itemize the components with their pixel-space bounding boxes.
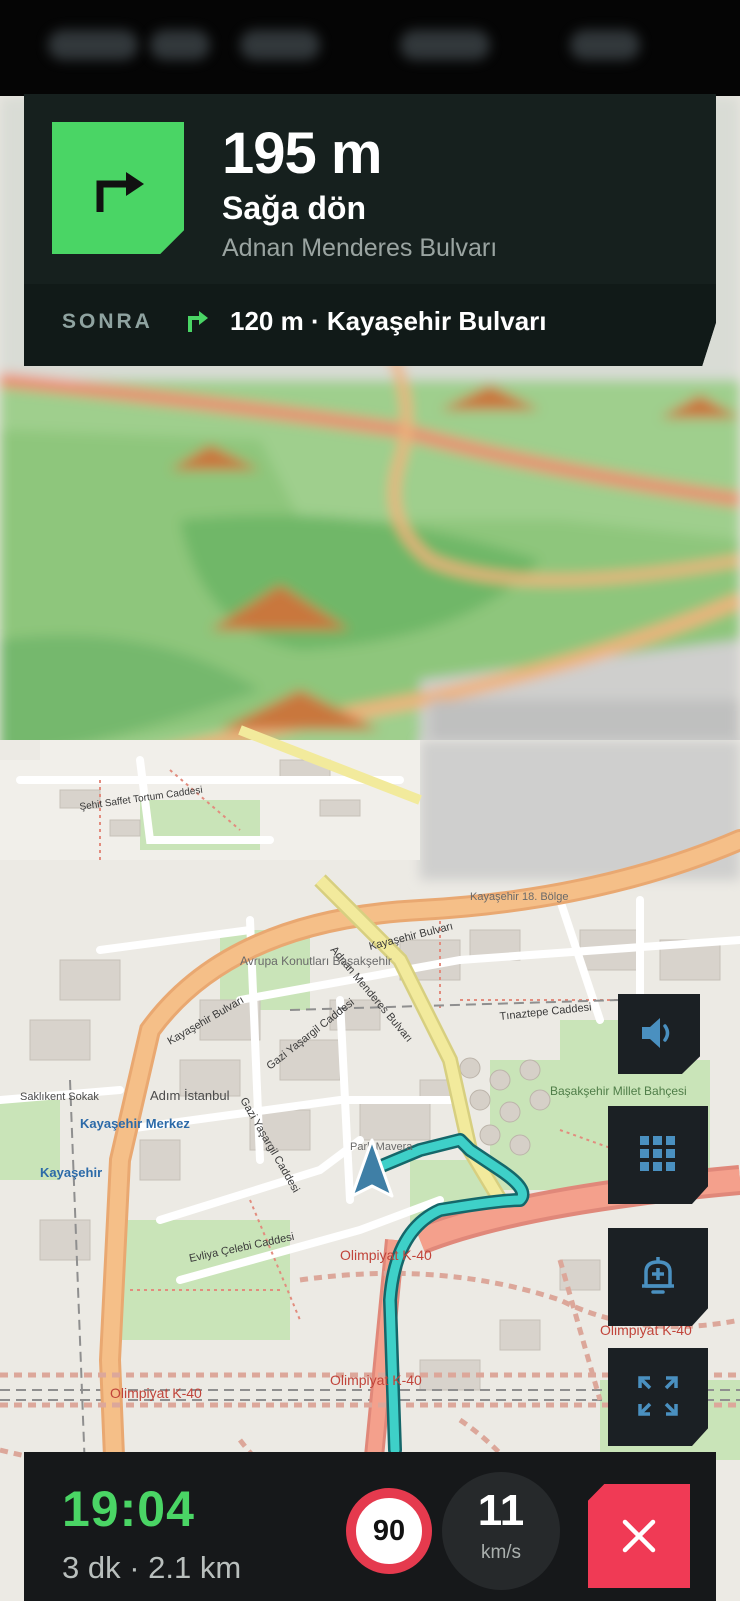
next-step-label: SONRA [62, 310, 153, 333]
map-label: Olimpiyat K-40 [330, 1372, 422, 1388]
map-label: Kayaşehir 18. Bölge [470, 891, 568, 903]
grid-icon [640, 1136, 675, 1171]
status-blob [48, 30, 138, 60]
map-label: Park Mavera [350, 1141, 413, 1153]
turn-right-icon [184, 306, 210, 341]
next-step-row: SONRA 120 m · Kayaşehir Bulvarı [24, 284, 716, 366]
map-label: Kayaşehir [40, 1165, 102, 1180]
map-label: Avrupa Konutları Başakşehir [240, 954, 392, 968]
map-label: Saklıkent Sokak [20, 1091, 99, 1103]
fullscreen-icon [638, 1376, 678, 1416]
status-blob [240, 30, 320, 60]
trip-bar: 19:04 3 dk · 2.1 km 90 11 km/s [24, 1452, 716, 1601]
speedometer: 11 km/s [442, 1472, 560, 1590]
trip-remaining: 3 dk · 2.1 km [62, 1550, 242, 1585]
current-speed: 11 [477, 1486, 525, 1535]
speed-limit-sign: 90 [346, 1488, 432, 1574]
next-step-text: 120 m · Kayaşehir Bulvarı [230, 306, 547, 336]
grid-button[interactable] [608, 1106, 708, 1204]
speed-unit: km/s [480, 1542, 522, 1563]
map-label: Adım İstanbul [150, 1088, 230, 1103]
map-label: Başakşehir Millet Bahçesi [550, 1084, 687, 1098]
volume-icon [642, 1018, 670, 1048]
maneuver-instruction: Sağa dön [222, 190, 367, 226]
add-alert-button[interactable] [608, 1228, 708, 1326]
maneuver-street: Adnan Menderes Bulvarı [222, 234, 498, 262]
fullscreen-button[interactable] [608, 1348, 708, 1446]
turn-right-icon [52, 122, 184, 254]
add-alert-bell-icon [642, 1257, 674, 1294]
speed-limit-value: 90 [372, 1515, 406, 1547]
end-navigation-button[interactable] [588, 1484, 690, 1588]
volume-button[interactable] [618, 994, 700, 1074]
status-blob [570, 30, 640, 60]
status-blob [400, 30, 490, 60]
maneuver-panel: 195 m Sağa dön Adnan Menderes Bulvarı SO… [24, 94, 716, 366]
eta-time: 19:04 [62, 1481, 195, 1537]
maneuver-distance: 195 m [222, 121, 382, 186]
status-blob [150, 30, 210, 60]
maneuver-header: 195 m Sağa dön Adnan Menderes Bulvarı [24, 94, 716, 284]
map-label: Olimpiyat K-40 [110, 1385, 202, 1401]
map-label: Kayaşehir Merkez [80, 1116, 190, 1131]
close-icon [622, 1519, 656, 1553]
status-bar [0, 0, 740, 96]
map-label: Olimpiyat K-40 [340, 1247, 432, 1263]
